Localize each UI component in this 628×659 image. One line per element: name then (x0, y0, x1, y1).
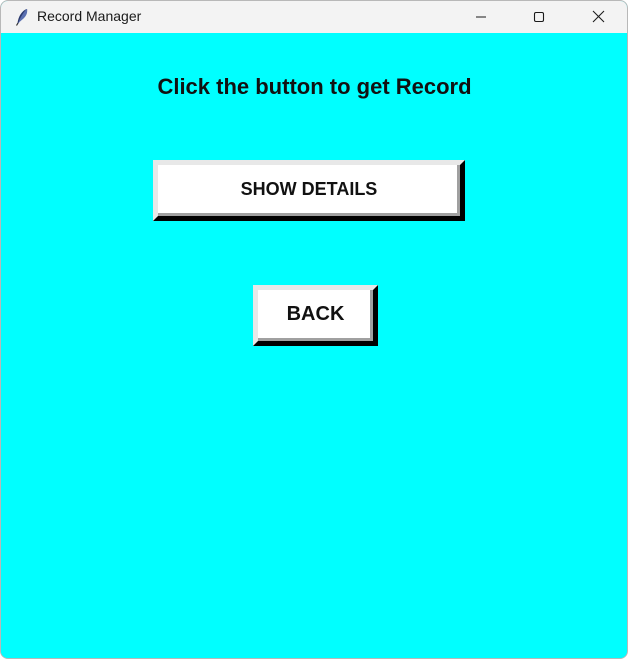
back-button[interactable]: BACK (253, 285, 378, 346)
page-heading: Click the button to get Record (157, 74, 472, 99)
minimize-icon (475, 11, 487, 23)
back-label: BACK (286, 303, 345, 325)
feather-icon (14, 8, 30, 26)
main-content: Click the button to get Record SHOW DETA… (1, 33, 627, 658)
show-details-button[interactable]: SHOW DETAILS (153, 160, 465, 221)
window-title: Record Manager (37, 8, 142, 24)
minimize-button[interactable] (458, 1, 504, 32)
show-details-label: SHOW DETAILS (240, 179, 378, 199)
close-icon (592, 10, 605, 23)
maximize-icon (533, 11, 545, 23)
title-bar[interactable]: Record Manager (1, 1, 627, 33)
maximize-button[interactable] (516, 1, 562, 32)
app-window: Record Manager Click the button to get R… (0, 0, 628, 659)
close-button[interactable] (575, 1, 621, 32)
